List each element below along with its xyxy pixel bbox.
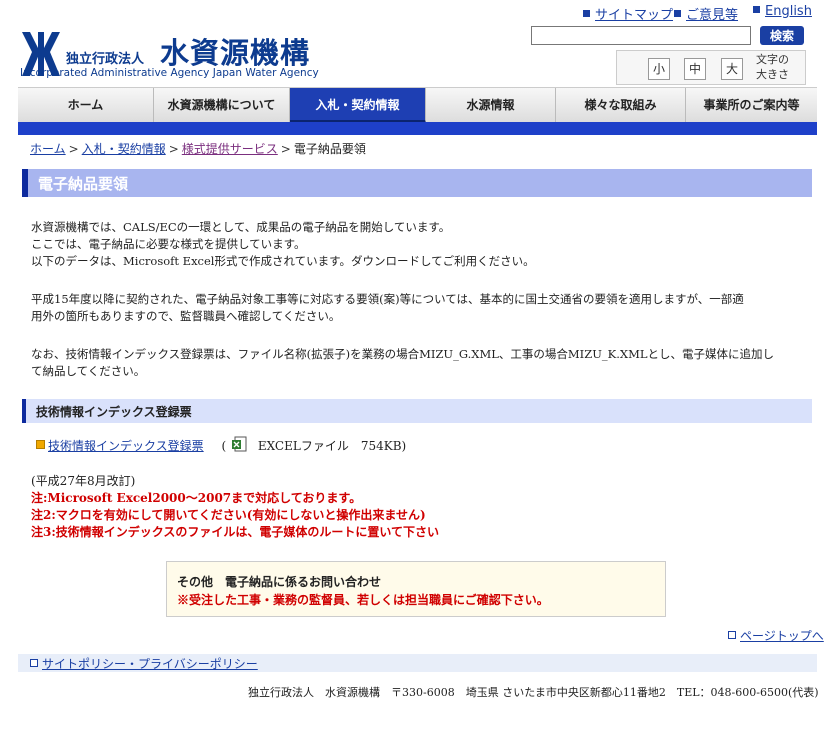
breadcrumb-forms[interactable]: 様式提供サービス: [182, 142, 278, 156]
index-line-2: て納品してください。: [31, 364, 146, 378]
page-title: 電子納品要領: [38, 175, 129, 193]
policy-line-1: 平成15年度以降に契約された、電子納品対象工事等に対応する要領(案)等については…: [31, 292, 744, 306]
contact-box: その他 電子納品に係るお問い合わせ ※受注した工事・業務の監督員、若しくは担当職…: [166, 561, 666, 617]
revision-note: (平成27年8月改訂): [31, 474, 136, 488]
breadcrumb-separator: >: [68, 142, 79, 156]
link-arrow-icon: [583, 10, 590, 17]
intro-line-3: 以下のデータは、Microsoft Excel形式で作成されています。ダウンロー…: [31, 254, 535, 268]
logo-english: Incorporated Administrative Agency Japan…: [20, 67, 319, 79]
breadcrumb: ホーム > 入札・契約情報 > 様式提供サービス > 電子納品要領: [30, 140, 366, 157]
breadcrumb-home[interactable]: ホーム: [30, 142, 66, 156]
link-arrow-icon: [753, 6, 760, 13]
link-arrow-icon: [30, 659, 38, 667]
download-row: 技術情報インデックス登録票 ( EXCELファイル 754KB): [36, 436, 406, 454]
font-size-large-button[interactable]: 大: [721, 58, 743, 80]
nav-underline-bar: [18, 122, 817, 135]
nav-offices[interactable]: 事業所のご案内等: [686, 88, 817, 123]
note-excel-version: 注:Microsoft Excel2000〜2007まで対応しております。: [31, 491, 362, 505]
nav-about[interactable]: 水資源機構について: [154, 88, 290, 123]
policy-link[interactable]: サイトポリシー・プライバシーポリシー: [30, 655, 258, 672]
english-link[interactable]: English: [753, 4, 812, 19]
sitemap-link[interactable]: サイトマップ: [583, 4, 673, 23]
search-input[interactable]: [531, 26, 751, 45]
search-button[interactable]: 検索: [760, 26, 804, 45]
policy-line-2: 用外の箇所もありますので、監督職員へ確認してください。: [31, 309, 341, 323]
contact-title: その他 電子納品に係るお問い合わせ: [177, 575, 382, 589]
contact-note: ※受注した工事・業務の監督員、若しくは担当職員にご確認下さい。: [177, 593, 549, 607]
feedback-link[interactable]: ご意見等: [674, 4, 738, 23]
excel-file-icon: [232, 436, 247, 452]
footer-address: 独立行政法人 水資源機構 〒330-6008 埼玉県 さいたま市中央区新都心11…: [248, 686, 819, 699]
logo-title: 水資源機構: [160, 36, 311, 70]
policy-link-label[interactable]: サイトポリシー・プライバシーポリシー: [42, 657, 258, 671]
font-size-selector: 小 中 大 文字の 大きさ: [616, 50, 806, 85]
breadcrumb-current: 電子納品要領: [293, 142, 366, 156]
breadcrumb-separator: >: [280, 142, 291, 156]
link-arrow-icon: [674, 10, 681, 17]
section-heading: 技術情報インデックス登録票: [36, 405, 192, 419]
feedback-link-label[interactable]: ご意見等: [686, 8, 738, 23]
note-root-placement: 注3:技術情報インデックスのファイルは、電子媒体のルートに置いて下さい: [31, 525, 440, 539]
page-top-label[interactable]: ページトップへ: [740, 629, 824, 643]
logo-subtitle: 独立行政法人: [66, 52, 145, 67]
section-heading-bar: 技術情報インデックス登録票: [22, 399, 812, 423]
sitemap-link-label[interactable]: サイトマップ: [595, 8, 673, 23]
note-macro: 注2:マクロを有効にして開いてください(有効にしないと操作出来ません): [31, 508, 426, 522]
intro-line-1: 水資源機構では、CALS/ECの一環として、成果品の電子納品を開始しています。: [31, 220, 451, 234]
english-link-label[interactable]: English: [765, 4, 812, 19]
index-line-1: なお、技術情報インデックス登録票は、ファイル名称(拡張子)を業務の場合MIZU_…: [31, 347, 774, 361]
nav-home[interactable]: ホーム: [18, 88, 154, 123]
file-info: EXCELファイル 754KB): [257, 439, 407, 453]
intro-line-2: ここでは、電子納品に必要な様式を提供しています。: [31, 237, 306, 251]
font-size-label: 文字の 大きさ: [756, 53, 789, 81]
nav-bidding[interactable]: 入札・契約情報: [290, 88, 426, 123]
breadcrumb-separator: >: [168, 142, 179, 156]
breadcrumb-bidding[interactable]: 入札・契約情報: [82, 142, 166, 156]
file-info-open-paren: (: [221, 439, 227, 453]
global-nav: ホーム 水資源機構について 入札・契約情報 水源情報 様々な取組み 事業所のご案…: [18, 87, 817, 123]
page-title-bar: 電子納品要領: [22, 169, 812, 197]
nav-water-info[interactable]: 水源情報: [426, 88, 556, 123]
font-size-medium-button[interactable]: 中: [684, 58, 706, 80]
page-top-link[interactable]: ページトップへ: [728, 627, 824, 644]
bullet-icon: [36, 440, 45, 449]
nav-initiatives[interactable]: 様々な取組み: [556, 88, 686, 123]
arrow-up-icon: [728, 631, 736, 639]
font-size-small-button[interactable]: 小: [648, 58, 670, 80]
policy-bar: サイトポリシー・プライバシーポリシー: [18, 654, 817, 672]
download-link[interactable]: 技術情報インデックス登録票: [48, 439, 204, 453]
